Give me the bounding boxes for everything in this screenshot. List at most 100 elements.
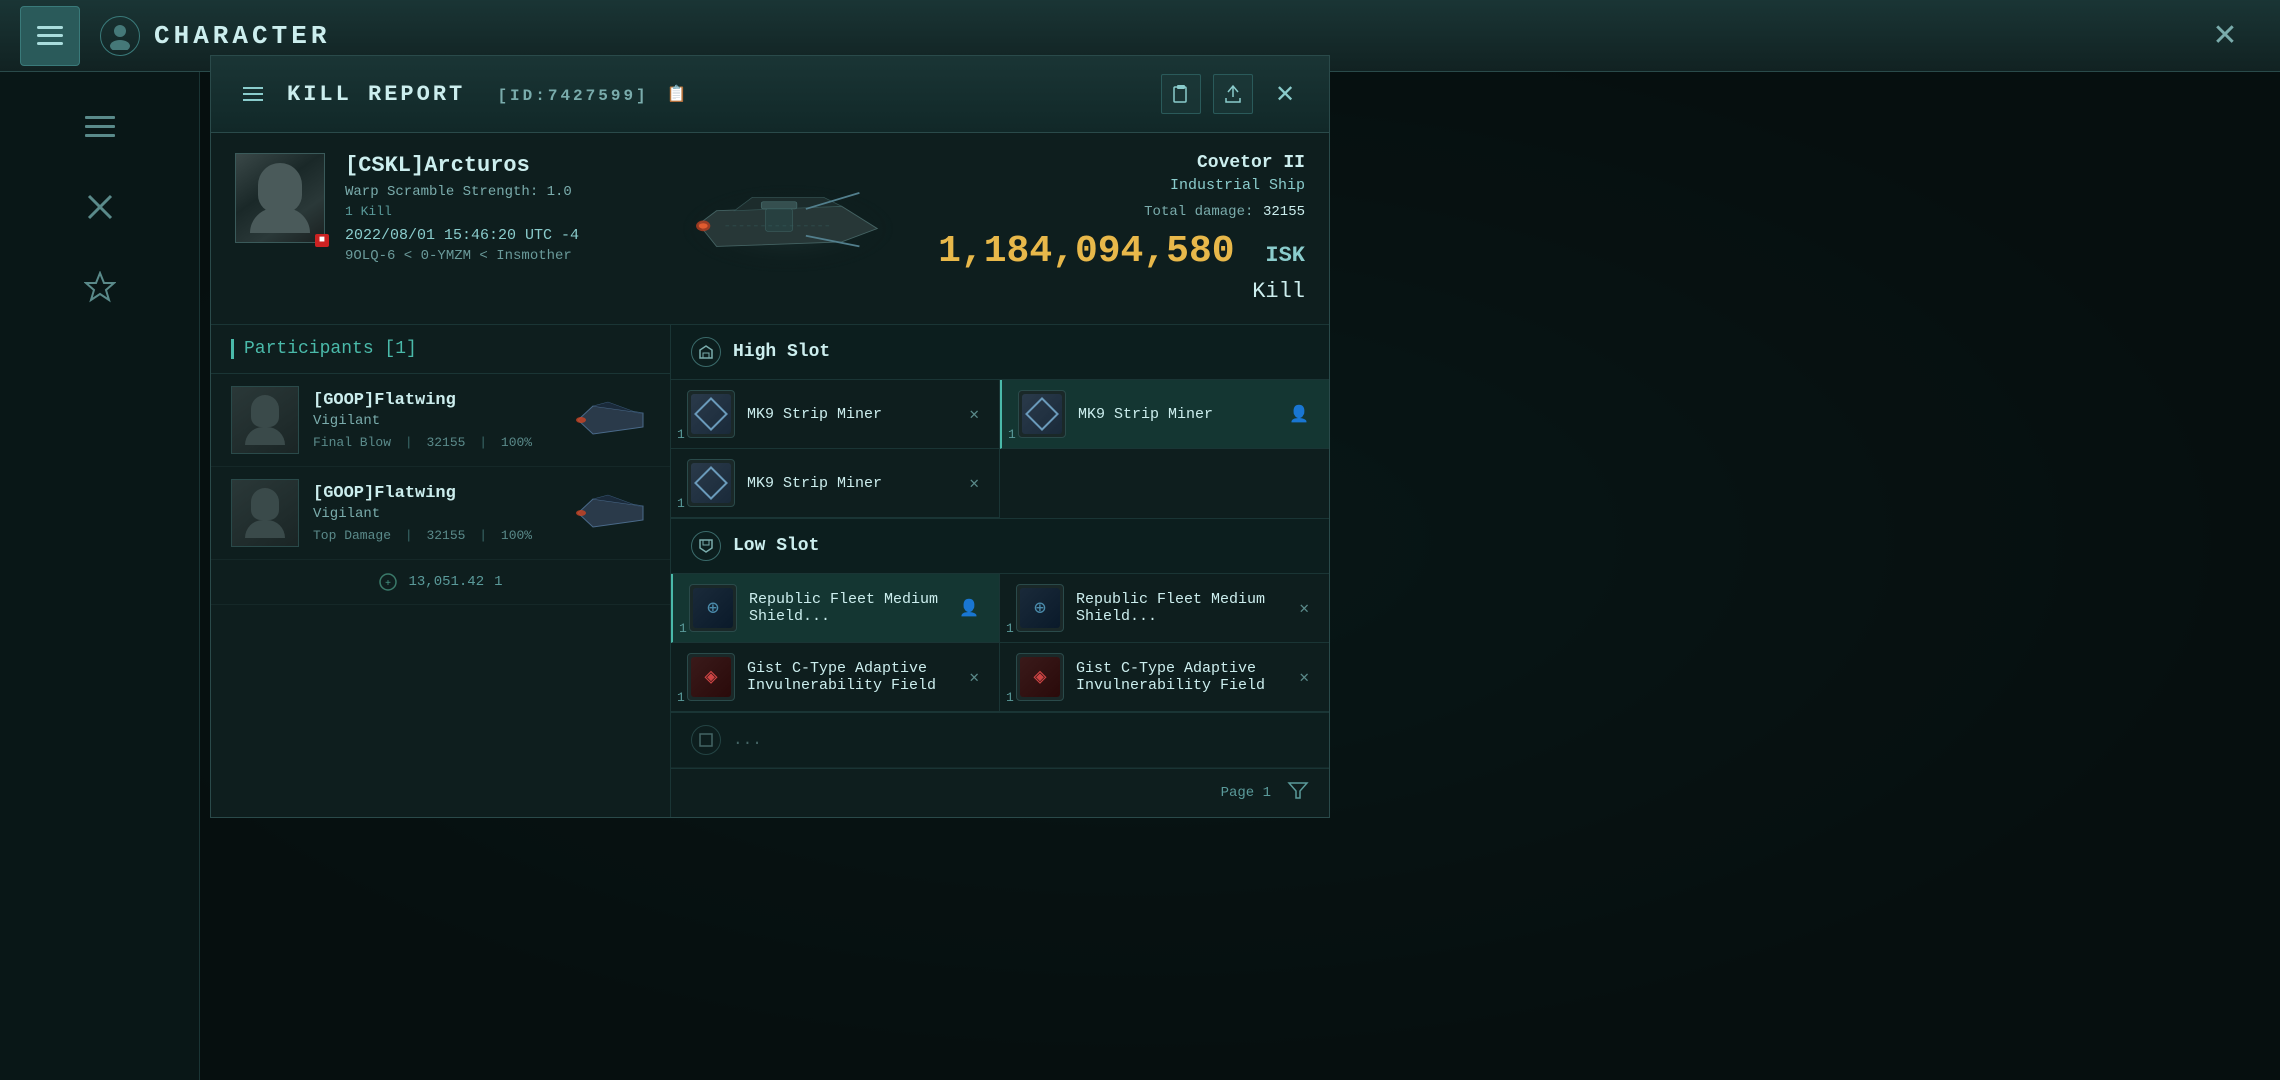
kill-type-label: Kill <box>938 279 1305 304</box>
participant-details-1: [GOOP]Flatwing Vigilant Final Blow | 321… <box>313 391 556 450</box>
kill-timestamp: 2022/08/01 15:46:20 UTC -4 <box>345 227 638 244</box>
kill-count: 1 Kill <box>345 204 638 219</box>
participant-ship-img-2 <box>570 488 650 538</box>
kill-report-modal: KILL REPORT [ID:7427599] 📋 ✕ <box>210 55 1330 818</box>
more-slot-icon <box>691 725 721 755</box>
low-slot-items: 1 Republic Fleet Medium Shield... 👤 1 <box>671 574 1329 712</box>
participants-title: Participants [1] <box>231 339 650 359</box>
participant-name-1: [GOOP]Flatwing <box>313 391 556 410</box>
slot-item-name-ls2: Republic Fleet Medium Shield... <box>1076 591 1283 625</box>
sidebar-icon-menu[interactable] <box>75 102 125 152</box>
adaptive-icon-1 <box>687 653 735 701</box>
slot-item-hs2[interactable]: 1 MK9 Strip Miner 👤 <box>1000 380 1329 449</box>
remove-hs1[interactable]: ✕ <box>965 400 983 428</box>
ship-image <box>663 175 913 282</box>
modal-actions: ✕ <box>1161 74 1305 114</box>
kill-location: 9OLQ-6 < 0-YMZM < Insmother <box>345 248 638 264</box>
remove-ls3[interactable]: ✕ <box>965 663 983 691</box>
participant-name-2: [GOOP]Flatwing <box>313 484 556 503</box>
bottom-value: 13,051.42 <box>408 574 484 590</box>
high-slot-header: High Slot <box>671 325 1329 380</box>
main-menu-button[interactable] <box>20 6 80 66</box>
modal-menu-button[interactable] <box>235 76 271 112</box>
filter-icon[interactable] <box>1287 779 1309 807</box>
isk-value: 1,184,094,580 ISK <box>938 230 1305 273</box>
slot-item-hs1[interactable]: 1 MK9 Strip Miner ✕ <box>671 380 1000 449</box>
clipboard-button[interactable] <box>1161 74 1201 114</box>
content-area: Participants [1] [GOOP]Flatwing Vigilant… <box>211 325 1329 817</box>
participant-stats-2: Top Damage | 32155 | 100% <box>313 528 556 543</box>
modal-id: [ID:7427599] <box>481 82 648 107</box>
slot-item-ls3[interactable]: 1 Gist C-Type Adaptive Invulnerability F… <box>671 643 1000 712</box>
participant-item[interactable]: [GOOP]Flatwing Vigilant Final Blow | 321… <box>211 374 670 467</box>
char-icon-hs2: 👤 <box>1285 400 1313 428</box>
more-slots-label: ... <box>733 731 762 749</box>
kill-badge: ■ <box>315 234 329 247</box>
shield-icon-1 <box>689 584 737 632</box>
high-slot-items: 1 MK9 Strip Miner ✕ 1 MK9 Strip Miner <box>671 380 1329 518</box>
slot-item-name-hs1: MK9 Strip Miner <box>747 406 953 423</box>
app-close-button[interactable]: ✕ <box>2200 11 2250 61</box>
kill-info-section: ■ [CSKL]Arcturos Warp Scramble Strength:… <box>211 133 1329 325</box>
slot-item-name-ls1: Republic Fleet Medium Shield... <box>749 591 943 625</box>
modal-title: KILL REPORT <box>287 82 465 107</box>
sidebar-icon-x[interactable] <box>75 182 125 232</box>
export-button[interactable] <box>1213 74 1253 114</box>
low-slot-section: Low Slot 1 Republic Fleet Medium Shield.… <box>671 519 1329 713</box>
remove-hs3[interactable]: ✕ <box>965 469 983 497</box>
fit-panel: High Slot 1 MK9 Strip Miner ✕ 1 <box>671 325 1329 817</box>
victim-portrait: ■ <box>235 153 325 243</box>
participant-details-2: [GOOP]Flatwing Vigilant Top Damage | 321… <box>313 484 556 543</box>
slot-item-ls2[interactable]: 1 Republic Fleet Medium Shield... ✕ <box>1000 574 1329 643</box>
high-slot-title: High Slot <box>733 342 830 362</box>
low-slot-header: Low Slot <box>671 519 1329 574</box>
low-slot-title: Low Slot <box>733 536 819 556</box>
slot-item-ls4[interactable]: 1 Gist C-Type Adaptive Invulnerability F… <box>1000 643 1329 712</box>
more-slots-indicator: ... <box>671 713 1329 768</box>
strip-miner-icon-3 <box>687 459 735 507</box>
participants-panel: Participants [1] [GOOP]Flatwing Vigilant… <box>211 325 671 817</box>
high-slot-icon <box>691 337 721 367</box>
victim-name: [CSKL]Arcturos <box>345 153 638 178</box>
participant-ship-img-1 <box>570 395 650 445</box>
participant-avatar-1 <box>231 386 299 454</box>
page-indicator: Page 1 <box>1221 785 1271 801</box>
ship-type: Industrial Ship <box>938 177 1305 194</box>
participants-header: Participants [1] <box>211 325 670 374</box>
bottom-value-label: 1 <box>494 574 502 590</box>
modal-header: KILL REPORT [ID:7427599] 📋 ✕ <box>211 56 1329 133</box>
footer-bar: Page 1 <box>671 768 1329 817</box>
shield-icon-2 <box>1016 584 1064 632</box>
participant-item-2[interactable]: [GOOP]Flatwing Vigilant Top Damage | 321… <box>211 467 670 560</box>
participant-value-row: + 13,051.42 1 <box>211 560 670 605</box>
character-icon <box>100 16 140 56</box>
slot-item-name-hs2: MK9 Strip Miner <box>1078 406 1273 423</box>
hamburger-icon <box>37 26 63 45</box>
svg-text:+: + <box>385 579 391 590</box>
sidebar-icon-star[interactable] <box>75 262 125 312</box>
app-title: CHARACTER <box>154 21 330 51</box>
participant-avatar-2 <box>231 479 299 547</box>
strip-miner-icon-2 <box>1018 390 1066 438</box>
slot-item-hs3[interactable]: 1 MK9 Strip Miner ✕ <box>671 449 1000 518</box>
remove-ls2[interactable]: ✕ <box>1295 594 1313 622</box>
participant-stats-1: Final Blow | 32155 | 100% <box>313 435 556 450</box>
sidebar <box>0 72 200 1080</box>
victim-info: [CSKL]Arcturos Warp Scramble Strength: 1… <box>345 153 638 304</box>
ship-class: Covetor II <box>938 153 1305 173</box>
participant-ship-1: Vigilant <box>313 413 556 429</box>
modal-close-button[interactable]: ✕ <box>1265 74 1305 114</box>
copy-icon[interactable]: 📋 <box>667 84 687 104</box>
total-damage: Total damage: 32155 <box>938 202 1305 220</box>
victim-warp-scramble: Warp Scramble Strength: 1.0 <box>345 184 638 200</box>
victim-avatar <box>235 153 325 243</box>
strip-miner-icon-1 <box>687 390 735 438</box>
adaptive-icon-2 <box>1016 653 1064 701</box>
char-icon-ls1: 👤 <box>955 594 983 622</box>
low-slot-icon <box>691 531 721 561</box>
ship-display <box>658 153 918 304</box>
remove-ls4[interactable]: ✕ <box>1295 663 1313 691</box>
kill-value-section: Covetor II Industrial Ship Total damage:… <box>938 153 1305 304</box>
slot-item-ls1[interactable]: 1 Republic Fleet Medium Shield... 👤 <box>671 574 1000 643</box>
slot-item-name-hs3: MK9 Strip Miner <box>747 475 953 492</box>
